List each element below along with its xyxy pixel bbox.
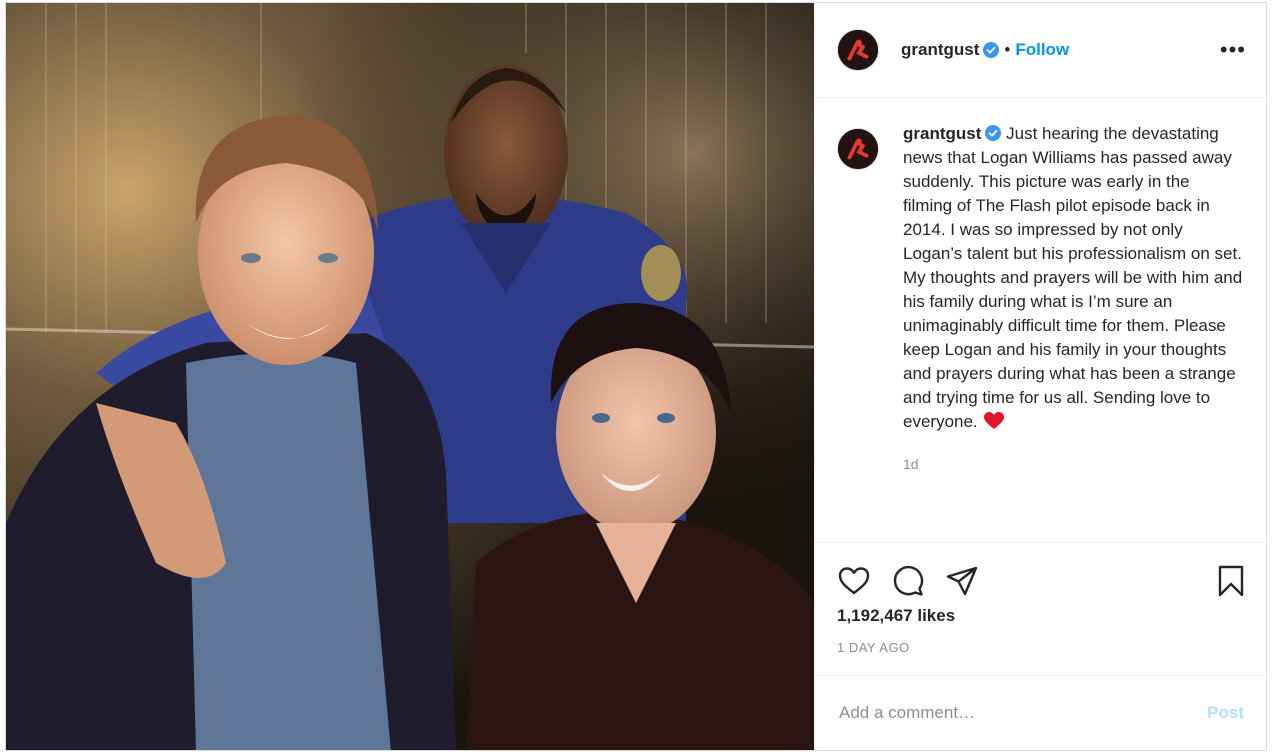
header-username[interactable]: grantgust — [901, 40, 979, 60]
post-photo-image — [6, 3, 814, 750]
header-separator: • — [1004, 40, 1011, 59]
caption-avatar[interactable] — [837, 128, 879, 170]
post-timestamp[interactable]: 1 DAY AGO — [815, 640, 1266, 655]
post-sidebar: grantgust • Follow ••• grantgust Just he… — [814, 3, 1266, 750]
comment-input[interactable] — [837, 702, 1208, 724]
more-options-icon[interactable]: ••• — [1220, 39, 1246, 61]
avatar[interactable] — [837, 29, 879, 71]
comment-form: Post — [815, 675, 1266, 750]
comment-button[interactable] — [891, 564, 925, 598]
bookmark-icon — [1218, 565, 1244, 596]
post-photo[interactable] — [6, 3, 814, 750]
caption-text: Just hearing the devastating news that L… — [903, 124, 1243, 431]
like-count[interactable]: 1,192,467 likes — [815, 606, 1266, 626]
caption: grantgust Just hearing the devastating n… — [903, 122, 1243, 434]
save-button[interactable] — [1214, 564, 1248, 598]
verified-badge-icon — [985, 125, 1002, 141]
caption-body: grantgust Just hearing the devastating n… — [903, 124, 1243, 542]
like-button[interactable] — [837, 564, 871, 598]
comment-bubble-icon — [893, 565, 924, 596]
instagram-post: grantgust • Follow ••• grantgust Just he… — [5, 2, 1267, 751]
post-comment-button[interactable]: Post — [1207, 703, 1244, 723]
verified-badge-icon — [983, 42, 1000, 58]
red-heart-emoji-icon — [984, 412, 1005, 429]
follow-button[interactable]: Follow — [1015, 40, 1069, 60]
share-button[interactable] — [945, 564, 979, 598]
caption-time[interactable]: 1d — [903, 456, 1243, 472]
caption-section: grantgust Just hearing the devastating n… — [815, 98, 1266, 543]
paper-plane-icon — [946, 566, 978, 595]
heart-outline-icon — [838, 566, 870, 594]
caption-username[interactable]: grantgust — [903, 124, 981, 143]
post-header: grantgust • Follow ••• — [815, 3, 1266, 98]
